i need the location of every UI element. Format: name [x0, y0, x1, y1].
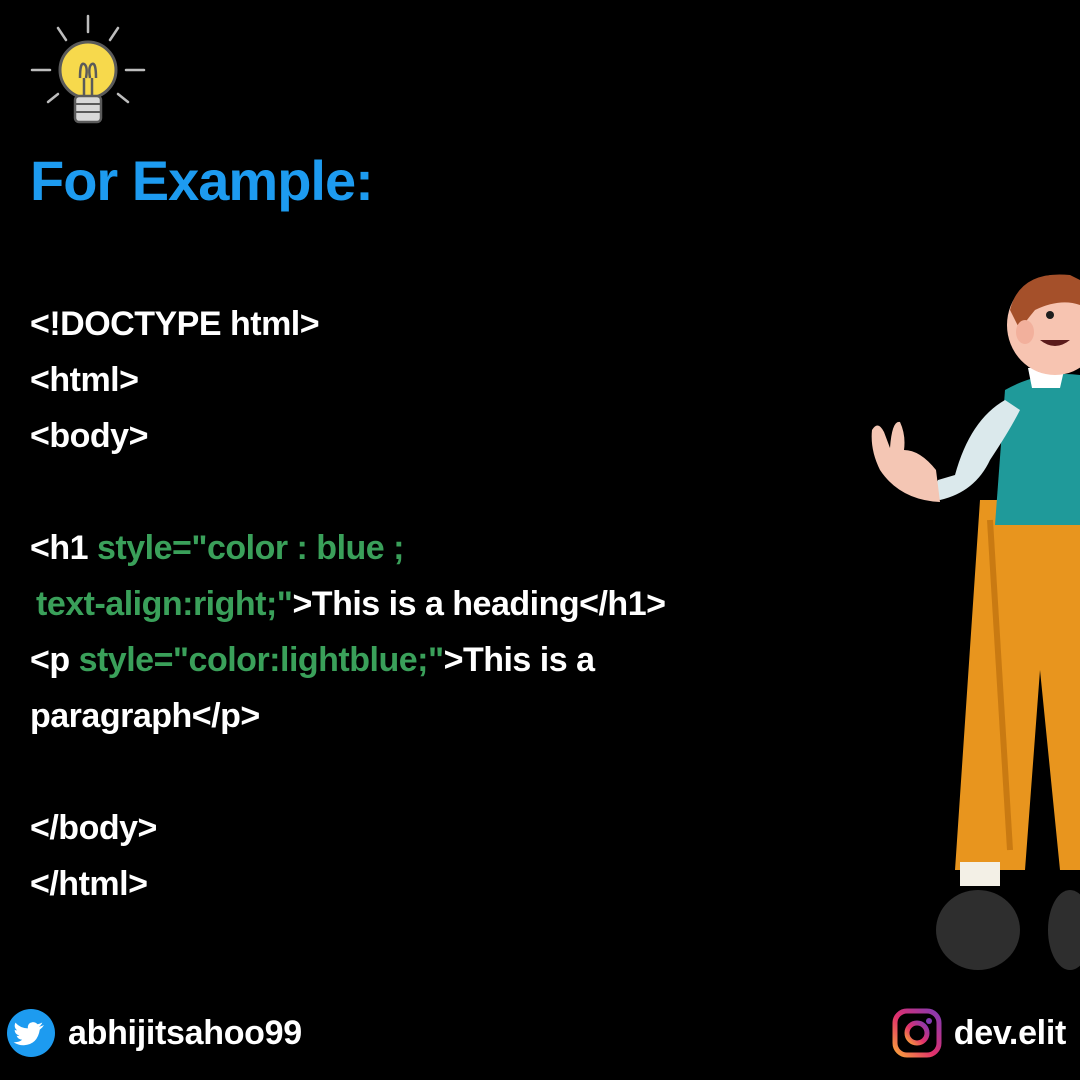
twitter-icon	[7, 1009, 55, 1057]
code-line-body-close: </body>	[30, 809, 157, 847]
page-title: For Example:	[30, 149, 374, 212]
code-line-html-close: </html>	[30, 865, 148, 903]
code-p-tag: <p	[30, 641, 79, 679]
instagram-icon	[892, 1008, 942, 1058]
code-line-p-content: paragraph</p>	[30, 697, 260, 735]
code-p-style-attr: style="color:lightblue;"	[78, 641, 445, 679]
code-line-p-open: <p style="color:lightblue;">This is a	[30, 632, 850, 688]
code-line-body-open: <body>	[30, 417, 148, 455]
twitter-handle: abhijitsahoo99	[68, 1013, 302, 1052]
code-p-text: This is a	[462, 641, 595, 679]
code-h1-tag: <h1	[30, 529, 97, 567]
code-h1-style-attr-cont: text-align:right;"	[36, 585, 293, 623]
lightbulb-icon	[30, 14, 146, 124]
instagram-credit[interactable]: dev.elit	[892, 1008, 1066, 1058]
code-line-h1-content: text-align:right;">This is a heading</h1…	[30, 576, 850, 632]
code-p-bracket: >	[443, 641, 464, 679]
code-h1-text: This is a heading</h1>	[311, 585, 666, 623]
code-h1-style-attr: style="color : blue ;	[96, 529, 404, 567]
code-line-html-open: <html>	[30, 361, 139, 399]
code-line-h1-open: <h1 style="color : blue ;	[30, 520, 850, 576]
code-example: <!DOCTYPE html> <html> <body> <h1 style=…	[30, 296, 850, 912]
code-line-doctype: <!DOCTYPE html>	[30, 305, 320, 343]
instagram-handle: dev.elit	[953, 1013, 1067, 1052]
twitter-credit[interactable]: abhijitsahoo99	[6, 1008, 302, 1058]
character-illustration	[871, 274, 1080, 970]
code-h1-bracket: >	[292, 585, 312, 623]
